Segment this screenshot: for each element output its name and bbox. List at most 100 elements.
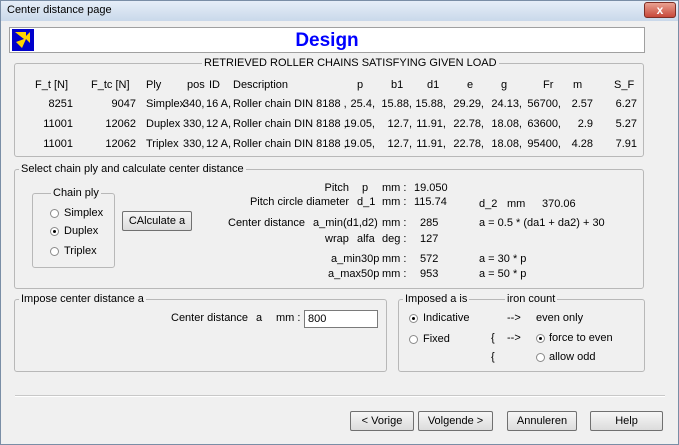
results-cell: 11001 [43, 138, 73, 150]
results-cell: Roller chain DIN 8188 , [233, 118, 347, 130]
results-cell: 12.7, [387, 118, 412, 130]
iron-brace-2: { [491, 332, 495, 344]
results-header-cell: ID [209, 79, 220, 91]
results-cell: 25.4, [350, 98, 375, 110]
center-distance-value: 285 [420, 217, 439, 229]
results-cell: 9047 [111, 98, 136, 110]
iron-count-title: iron count [505, 293, 558, 305]
results-header-cell: S_F [614, 79, 635, 91]
force-even-radio[interactable] [536, 334, 545, 343]
results-cell: 340, [183, 98, 205, 110]
center-distance-symbol: a_min(d1,d2) [313, 217, 378, 229]
ply-simplex-label: Simplex [64, 207, 104, 219]
results-cell: 16 A, [206, 98, 232, 110]
window-title: Center distance page [7, 4, 112, 16]
select-title: Select chain ply and calculate center di… [19, 163, 246, 175]
indicative-label: Indicative [423, 312, 470, 324]
results-header-cell: g [501, 79, 508, 91]
impose-distance-label: Center distance [171, 312, 249, 324]
amin30-formula: a = 30 * p [479, 253, 527, 265]
results-cell: 8251 [48, 98, 73, 110]
results-title: RETRIEVED ROLLER CHAINS SATISFYING GIVEN… [202, 57, 499, 69]
results-cell: 63600, [527, 118, 561, 130]
d2-symbol: d_2 [479, 198, 498, 210]
center-distance-input[interactable] [304, 310, 378, 328]
results-cell: 11.91, [416, 138, 446, 150]
pitch-value: 19.050 [414, 182, 448, 194]
results-cell: 18.08, [491, 138, 522, 150]
results-header-cell: p [357, 79, 364, 91]
allow-odd-radio[interactable] [536, 353, 545, 362]
results-cell: 7.91 [615, 138, 637, 150]
results-cell: 4.28 [571, 138, 593, 150]
d2-unit: mm [507, 198, 526, 210]
amin30-value: 572 [420, 253, 439, 265]
ply-simplex-radio[interactable] [50, 209, 59, 218]
results-cell: Roller chain DIN 8188 , [233, 98, 347, 110]
d2-value: 370.06 [542, 198, 576, 210]
results-cell: 2.57 [571, 98, 593, 110]
amax50-symbol: a_max50p [328, 268, 380, 280]
fixed-radio[interactable] [409, 335, 418, 344]
pitch-symbol: p [362, 182, 369, 194]
results-cell: 330, [183, 118, 205, 130]
ply-duplex-radio[interactable] [50, 227, 59, 236]
pitch-unit: mm : [382, 182, 407, 194]
next-button[interactable]: Volgende > [418, 411, 493, 431]
impose-title: Impose center distance a [19, 293, 146, 305]
impose-distance-unit: mm : [276, 312, 301, 324]
results-cell: 15.88, [415, 98, 446, 110]
iron-brace-3: { [491, 351, 495, 363]
previous-button[interactable]: < Vorige [350, 411, 414, 431]
title-bar: Center distance page x [1, 1, 678, 21]
results-cell: 22.78, [453, 138, 484, 150]
chain-ply-title: Chain ply [51, 187, 101, 199]
pcd-unit: mm : [382, 196, 407, 208]
results-cell: 12062 [105, 118, 136, 130]
impose-distance-symbol: a [256, 312, 263, 324]
amin30-unit: mm : [382, 253, 407, 265]
results-cell: Simplex [146, 98, 186, 110]
results-cell: 19.05, [344, 118, 375, 130]
center-distance-formula: a = 0.5 * (da1 + da2) + 30 [479, 217, 605, 229]
results-cell: Duplex [146, 118, 181, 130]
results-cell: 330, [183, 138, 205, 150]
results-cell: 29.29, [453, 98, 484, 110]
pitch-label: Pitch [324, 182, 349, 194]
results-cell: 12062 [105, 138, 136, 150]
ply-triplex-label: Triplex [64, 245, 97, 257]
help-button[interactable]: Help [590, 411, 663, 431]
amax50-value: 953 [420, 268, 439, 280]
iron-arrow-2: --> [507, 332, 521, 344]
results-cell: Triplex [146, 138, 179, 150]
pcd-symbol: d_1 [357, 196, 376, 208]
iron-allow-odd-label: allow odd [549, 351, 596, 363]
results-header-cell: m [573, 79, 583, 91]
ply-triplex-radio[interactable] [50, 247, 59, 256]
calculate-button[interactable]: CAlculate a [122, 211, 192, 231]
cancel-button[interactable]: Annuleren [507, 411, 577, 431]
results-header-cell: d1 [427, 79, 440, 91]
amin30-symbol: a_min30p [331, 253, 380, 265]
results-cell: 6.27 [615, 98, 637, 110]
page-title: Design [295, 30, 359, 51]
wrap-symbol: alfa [357, 233, 375, 245]
wrap-value: 127 [420, 233, 439, 245]
center-distance-unit: mm : [382, 217, 407, 229]
pcd-value: 115.74 [414, 196, 447, 208]
results-cell: 11001 [43, 118, 73, 130]
indicative-radio[interactable] [409, 314, 418, 323]
close-button[interactable]: x [644, 2, 676, 18]
results-cell: 12.7, [387, 138, 412, 150]
results-cell: 5.27 [615, 118, 637, 130]
amax50-unit: mm : [382, 268, 407, 280]
imposed-title: Imposed a is [403, 293, 470, 305]
results-cell: 11.91, [416, 118, 446, 130]
design-banner: Design [9, 27, 645, 53]
results-cell: 24.13, [491, 98, 522, 110]
results-cell: 22.78, [453, 118, 484, 130]
wrap-label: wrap [325, 233, 349, 245]
results-header-cell: Fr [543, 79, 554, 91]
pcd-label: Pitch circle diameter [249, 196, 349, 208]
dialog-window: Center distance page x Design RETRIEVED … [0, 0, 679, 445]
